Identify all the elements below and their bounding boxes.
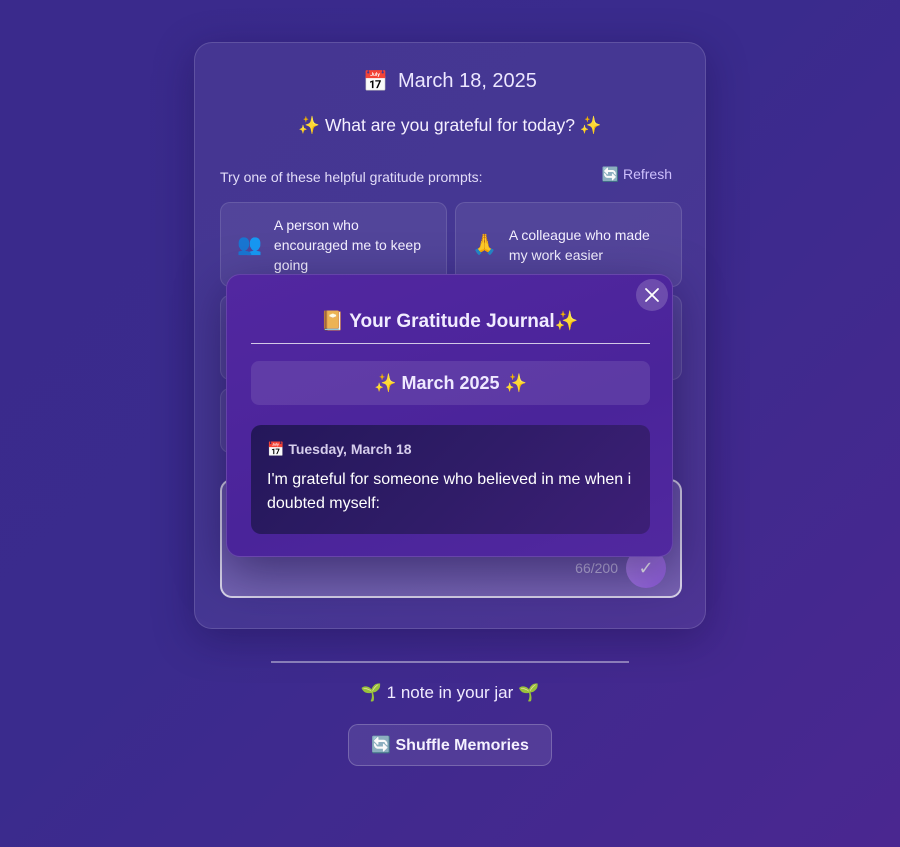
current-date: March 18, 2025 <box>397 70 537 92</box>
jar-count: 🌱 1 note in your jar 🌱 <box>360 683 540 702</box>
praying-hands-icon: 🙏 <box>472 233 497 256</box>
modal-title: 📔 Your Gratitude Journal✨ <box>320 311 579 332</box>
calendar-icon: 📅 <box>363 71 388 93</box>
journal-modal: 📔 Your Gratitude Journal✨ ✨ March 2025 ✨… <box>226 274 673 557</box>
modal-divider <box>251 343 650 344</box>
entry-text: I'm grateful for someone who believed in… <box>267 471 632 512</box>
prompt-label: A person who encouraged me to keep going <box>273 216 422 273</box>
close-button[interactable] <box>636 279 668 311</box>
close-icon <box>645 288 659 302</box>
date-header: 📅 March 18, 2025 <box>195 69 705 94</box>
prompt-label: A colleague who made my work easier <box>508 226 650 263</box>
check-icon: ✓ <box>638 557 654 578</box>
refresh-prompts-button[interactable]: 🔄 Refresh <box>602 166 672 183</box>
people-icon: 👥 <box>237 233 262 256</box>
journal-entry: 📅 Tuesday, March 18 I'm grateful for som… <box>251 425 650 534</box>
character-counter: 66/200 <box>575 560 618 576</box>
shuffle-memories-button[interactable]: 🔄 Shuffle Memories <box>348 724 552 766</box>
shuffle-label: 🔄 Shuffle Memories <box>371 737 529 754</box>
month-header: ✨ March 2025 ✨ <box>251 361 650 405</box>
divider <box>271 661 629 663</box>
prompts-hint: Try one of these helpful gratitude promp… <box>220 169 483 185</box>
entry-date: 📅 Tuesday, March 18 <box>267 441 412 457</box>
gratitude-question: ✨ What are you grateful for today? ✨ <box>298 115 602 135</box>
